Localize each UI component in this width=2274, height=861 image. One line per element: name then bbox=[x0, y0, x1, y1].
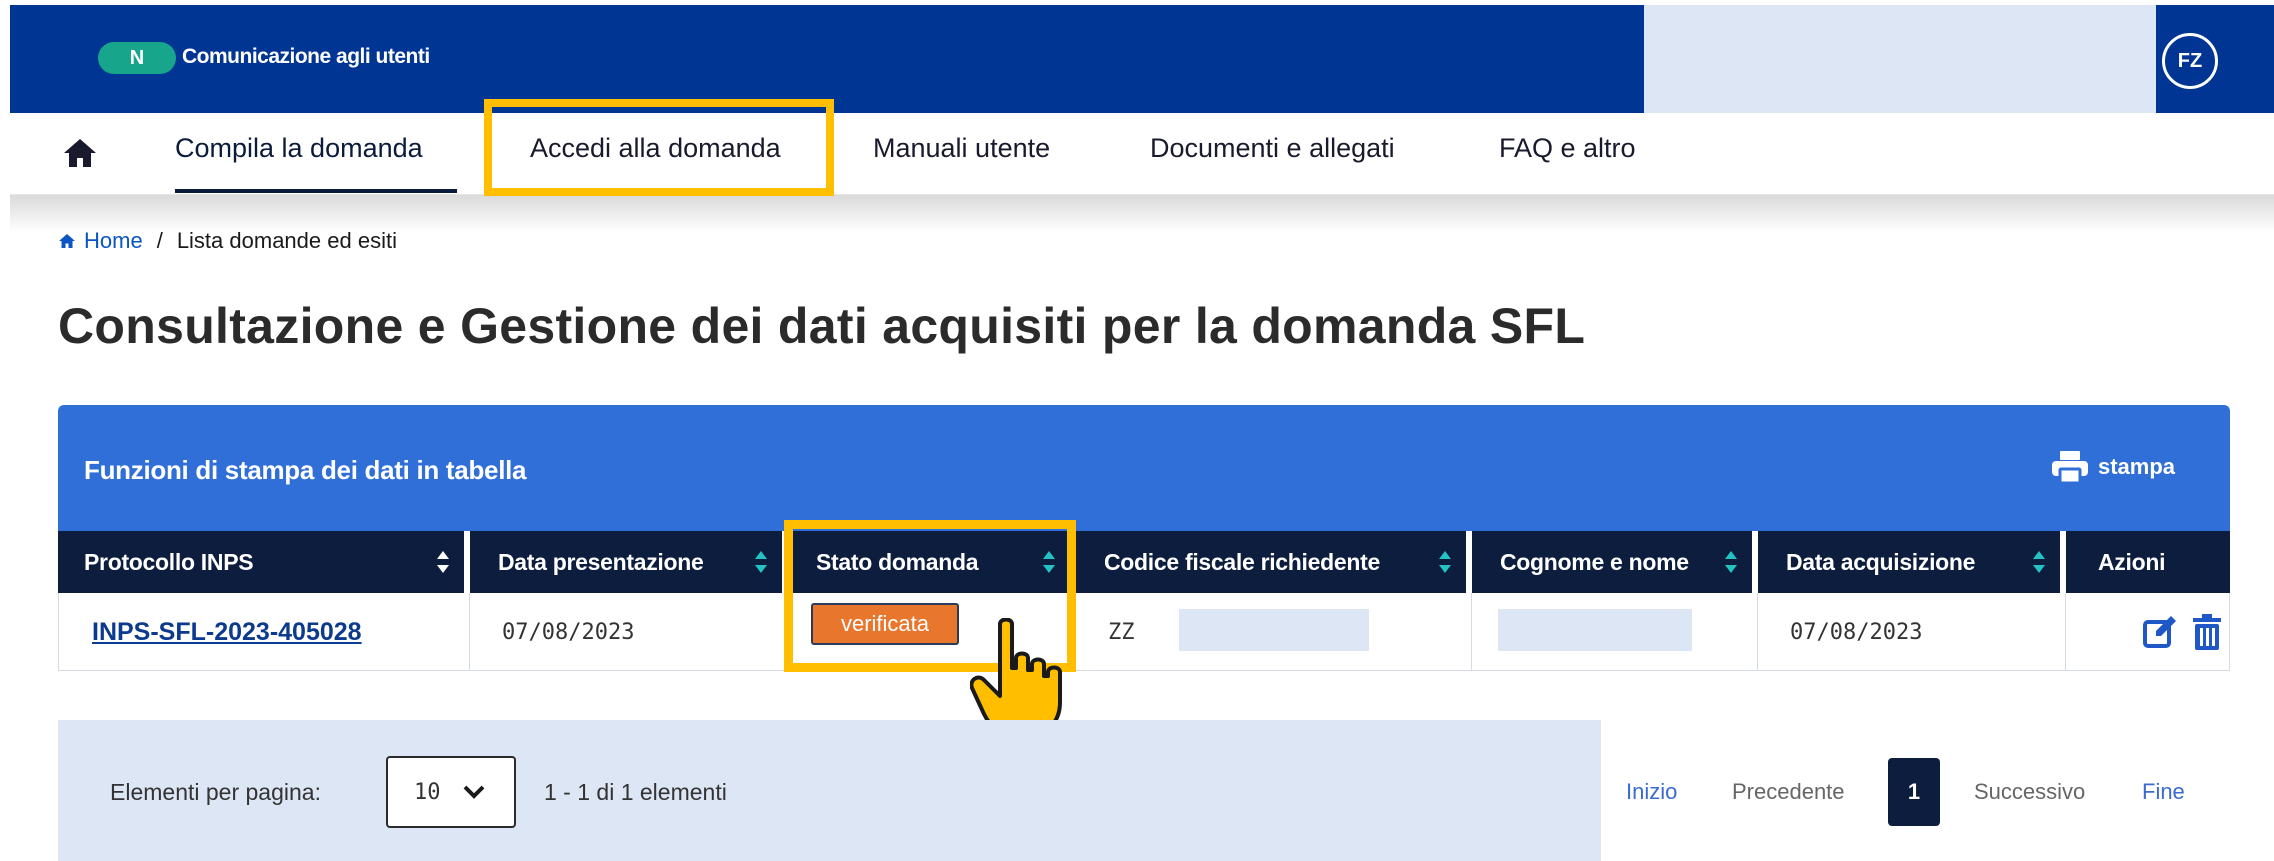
results-count: 1 - 1 di 1 elementi bbox=[544, 779, 727, 805]
page-last[interactable]: Fine bbox=[2142, 779, 2185, 805]
results-panel: Funzioni di stampa dei dati in tabella s… bbox=[58, 405, 2230, 671]
breadcrumb-home[interactable]: Home bbox=[58, 228, 143, 254]
sort-icon[interactable] bbox=[436, 549, 450, 575]
hand-cursor-icon bbox=[970, 618, 1062, 736]
sort-icon[interactable] bbox=[1724, 549, 1738, 575]
printer-icon bbox=[2052, 451, 2088, 485]
chevron-down-icon bbox=[463, 785, 484, 799]
print-label: stampa bbox=[2098, 454, 2176, 479]
sort-icon[interactable] bbox=[754, 549, 768, 575]
nav-faq[interactable]: FAQ e altro bbox=[1499, 133, 1636, 164]
breadcrumb: Home / Lista domande ed esiti bbox=[58, 228, 397, 254]
col-header-label: Cognome e nome bbox=[1500, 548, 1689, 575]
col-header-label: Codice fiscale richiedente bbox=[1104, 548, 1380, 575]
col-header-protocollo[interactable]: Protocollo INPS bbox=[58, 531, 464, 593]
nav-manuali-utente[interactable]: Manuali utente bbox=[873, 133, 1050, 164]
col-header-codice-fiscale[interactable]: Codice fiscale richiedente bbox=[1076, 531, 1466, 593]
top-header: N Comunicazione agli utenti FZ bbox=[10, 5, 2274, 113]
per-page-select[interactable]: 10 bbox=[386, 756, 516, 828]
col-header-label: Data presentazione bbox=[498, 548, 704, 575]
col-header-data-presentazione[interactable]: Data presentazione bbox=[470, 531, 782, 593]
print-button[interactable]: stampa bbox=[2050, 449, 2175, 485]
masked-codice-fiscale bbox=[1179, 609, 1369, 651]
page-title: Consultazione e Gestione dei dati acquis… bbox=[58, 298, 1586, 354]
per-page-value: 10 bbox=[414, 779, 441, 805]
breadcrumb-separator: / bbox=[156, 228, 163, 253]
breadcrumb-current: Lista domande ed esiti bbox=[176, 228, 397, 253]
user-notice-link[interactable]: Comunicazione agli utenti bbox=[182, 45, 430, 69]
page-first[interactable]: Inizio bbox=[1626, 779, 1677, 805]
cell-protocollo: INPS-SFL-2023-405028 bbox=[58, 593, 470, 671]
notice-badge[interactable]: N bbox=[98, 42, 176, 74]
protocollo-link[interactable]: INPS-SFL-2023-405028 bbox=[92, 618, 362, 647]
masked-region bbox=[1644, 5, 2156, 113]
pagination-bar: Elementi per pagina: 10 1 - 1 di 1 eleme… bbox=[58, 720, 2230, 861]
sort-icon[interactable] bbox=[2032, 549, 2046, 575]
trash-icon[interactable] bbox=[2192, 614, 2222, 650]
panel-title: Funzioni di stampa dei dati in tabella bbox=[84, 455, 527, 485]
page-next[interactable]: Successivo bbox=[1974, 779, 2085, 805]
sort-icon[interactable] bbox=[1438, 549, 1452, 575]
masked-cognome-nome bbox=[1498, 609, 1692, 651]
col-header-cognome-nome[interactable]: Cognome e nome bbox=[1472, 531, 1752, 593]
user-avatar[interactable]: FZ bbox=[2162, 33, 2218, 89]
col-header-data-acquisizione[interactable]: Data acquisizione bbox=[1758, 531, 2060, 593]
per-page-label: Elementi per pagina: bbox=[110, 779, 321, 805]
page-prev[interactable]: Precedente bbox=[1732, 779, 1845, 805]
col-header-azioni: Azioni bbox=[2066, 531, 2230, 593]
col-header-label: Data acquisizione bbox=[1786, 548, 1976, 575]
highlight-accedi-domanda bbox=[484, 99, 834, 196]
home-icon[interactable] bbox=[62, 137, 98, 169]
cell-data-presentazione: 07/08/2023 bbox=[470, 593, 788, 671]
edit-icon[interactable] bbox=[2142, 614, 2178, 650]
cell-data-acquisizione: 07/08/2023 bbox=[1758, 593, 2066, 671]
col-header-label: Azioni bbox=[2098, 548, 2166, 575]
codice-fiscale-prefix: ZZ bbox=[1108, 619, 1135, 645]
breadcrumb-home-label: Home bbox=[84, 228, 143, 253]
nav-active-indicator bbox=[175, 189, 457, 193]
col-header-label: Protocollo INPS bbox=[84, 548, 254, 575]
page-current[interactable]: 1 bbox=[1888, 758, 1940, 826]
main-nav: Compila la domanda Accedi alla domanda M… bbox=[10, 113, 2274, 195]
panel-header: Funzioni di stampa dei dati in tabella s… bbox=[58, 405, 2230, 531]
cell-azioni bbox=[2066, 593, 2230, 671]
home-icon bbox=[59, 234, 75, 248]
nav-compila-domanda[interactable]: Compila la domanda bbox=[175, 133, 423, 164]
nav-documenti-allegati[interactable]: Documenti e allegati bbox=[1150, 133, 1395, 164]
